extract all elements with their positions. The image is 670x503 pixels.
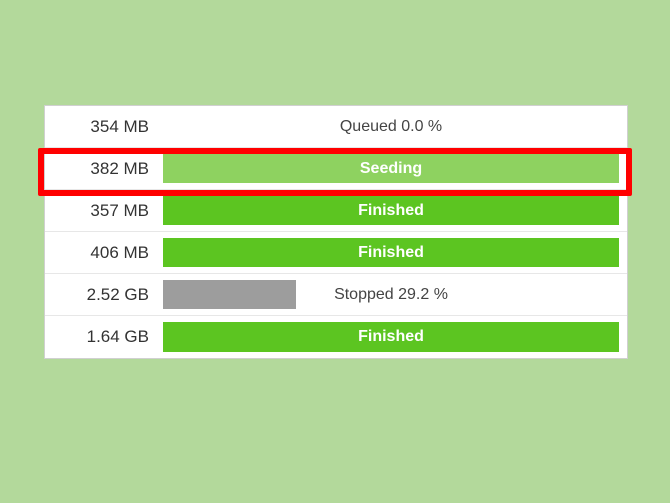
size-value: 354 MB xyxy=(45,106,153,147)
list-item[interactable]: 354 MB Queued 0.0 % xyxy=(45,106,627,148)
progress-bar: Seeding xyxy=(163,154,619,183)
status-label: Finished xyxy=(163,322,619,352)
progress-bar: Finished xyxy=(163,196,619,225)
status-label: Seeding xyxy=(163,154,619,183)
status-label: Finished xyxy=(163,238,619,267)
size-value: 357 MB xyxy=(45,190,153,231)
list-item[interactable]: 357 MB Finished xyxy=(45,190,627,232)
progress-bar: Queued 0.0 % xyxy=(163,112,619,141)
list-item[interactable]: 1.64 GB Finished xyxy=(45,316,627,358)
size-value: 1.64 GB xyxy=(45,316,153,358)
status-label: Finished xyxy=(163,196,619,225)
size-value: 2.52 GB xyxy=(45,274,153,315)
list-item[interactable]: 382 MB Seeding xyxy=(45,148,627,190)
size-value: 406 MB xyxy=(45,232,153,273)
torrent-list-panel: 354 MB Queued 0.0 % 382 MB Seeding 357 M… xyxy=(44,105,628,359)
list-item[interactable]: 2.52 GB Stopped 29.2 % xyxy=(45,274,627,316)
status-label: Stopped 29.2 % xyxy=(163,280,619,309)
progress-bar: Finished xyxy=(163,238,619,267)
list-item[interactable]: 406 MB Finished xyxy=(45,232,627,274)
progress-bar: Finished xyxy=(163,322,619,352)
progress-bar: Stopped 29.2 % xyxy=(163,280,619,309)
status-label: Queued 0.0 % xyxy=(163,112,619,141)
size-value: 382 MB xyxy=(45,148,153,189)
